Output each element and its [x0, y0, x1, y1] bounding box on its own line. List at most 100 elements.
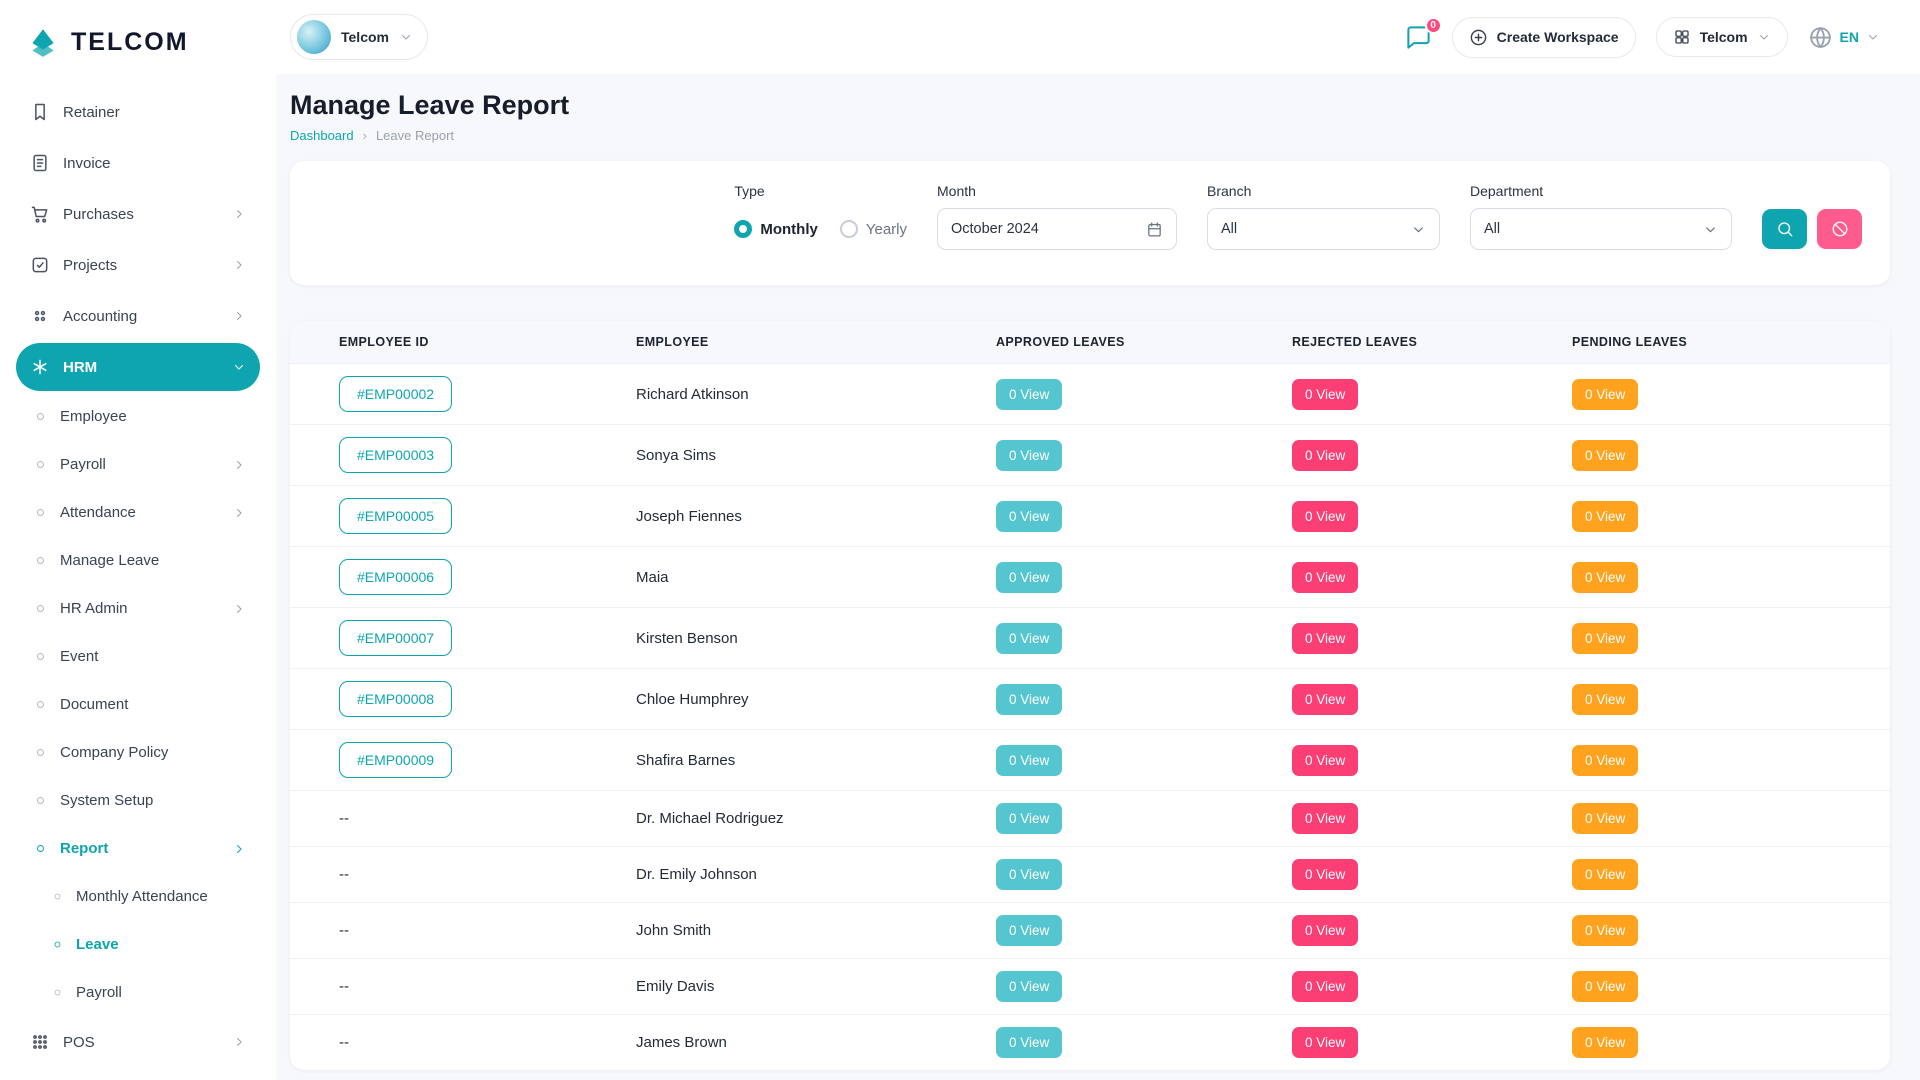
pending-leaves-view-button[interactable]: 0 View	[1572, 971, 1638, 1002]
sidebar-item-document[interactable]: Document	[16, 682, 260, 727]
workspace-selector[interactable]: Telcom	[290, 14, 428, 60]
chevron-right-icon	[232, 602, 246, 616]
pending-leaves-view-button[interactable]: 0 View	[1572, 440, 1638, 471]
pending-leaves-view-button[interactable]: 0 View	[1572, 859, 1638, 890]
rejected-leaves-view-button[interactable]: 0 View	[1292, 623, 1358, 654]
approved-leaves-view-button[interactable]: 0 View	[996, 623, 1062, 654]
leave-report-table-card: EMPLOYEE IDEMPLOYEEAPPROVED LEAVESREJECT…	[290, 321, 1890, 1070]
employee-name: Sonya Sims	[636, 447, 716, 464]
search-button[interactable]	[1762, 209, 1807, 249]
sidebar-item-system-setup[interactable]: System Setup	[16, 778, 260, 823]
employee-id-button[interactable]: #EMP00006	[339, 559, 452, 595]
sidebar-item-hr-admin[interactable]: HR Admin	[16, 586, 260, 631]
messages-button[interactable]: 0	[1405, 24, 1432, 51]
table-row: --James Brown0 View0 View0 View	[290, 1015, 1890, 1071]
sidebar-item-label: Report	[60, 840, 108, 857]
rejected-leaves-view-button[interactable]: 0 View	[1292, 859, 1358, 890]
sidebar-item-invoice[interactable]: Invoice	[16, 139, 260, 187]
brand-logo[interactable]: TELCOM	[0, 0, 276, 84]
month-label: Month	[937, 183, 1177, 199]
rejected-leaves-view-button[interactable]: 0 View	[1292, 501, 1358, 532]
radio-yearly[interactable]: Yearly	[840, 220, 907, 238]
pending-leaves-view-button[interactable]: 0 View	[1572, 684, 1638, 715]
sidebar-item-manage-leave[interactable]: Manage Leave	[16, 538, 260, 583]
create-workspace-button[interactable]: Create Workspace	[1452, 17, 1636, 58]
language-selector[interactable]: EN	[1808, 25, 1880, 50]
sidebar-item-retainer[interactable]: Retainer	[16, 88, 260, 136]
sidebar-item-hrm[interactable]: HRM	[16, 343, 260, 391]
branch-label: Branch	[1207, 183, 1440, 199]
pending-leaves-view-button[interactable]: 0 View	[1572, 915, 1638, 946]
employee-id-button[interactable]: #EMP00005	[339, 498, 452, 534]
sidebar-item-projects[interactable]: Projects	[16, 241, 260, 289]
sidebar-item-monthly-attendance[interactable]: Monthly Attendance	[16, 874, 260, 919]
sidebar-item-purchases[interactable]: Purchases	[16, 190, 260, 238]
employee-id-button[interactable]: #EMP00008	[339, 681, 452, 717]
employee-id-button[interactable]: #EMP00002	[339, 376, 452, 412]
rejected-leaves-view-button[interactable]: 0 View	[1292, 562, 1358, 593]
sidebar-item-label: HRM	[63, 359, 97, 376]
sidebar-item-attendance[interactable]: Attendance	[16, 490, 260, 535]
chevron-right-icon	[232, 842, 246, 856]
workspace-switcher[interactable]: Telcom	[1656, 17, 1788, 57]
rejected-leaves-view-button[interactable]: 0 View	[1292, 1027, 1358, 1058]
ring-icon	[34, 554, 47, 567]
column-header-employee: EMPLOYEE	[618, 321, 978, 364]
breadcrumb-dashboard-link[interactable]: Dashboard	[290, 128, 354, 143]
sidebar-item-employee[interactable]: Employee	[16, 394, 260, 439]
rejected-leaves-view-button[interactable]: 0 View	[1292, 915, 1358, 946]
pending-leaves-view-button[interactable]: 0 View	[1572, 745, 1638, 776]
approved-leaves-view-button[interactable]: 0 View	[996, 684, 1062, 715]
rejected-leaves-view-button[interactable]: 0 View	[1292, 971, 1358, 1002]
reset-filter-button[interactable]	[1817, 209, 1862, 249]
branch-filter-group: Branch All	[1207, 183, 1440, 263]
approved-leaves-view-button[interactable]: 0 View	[996, 803, 1062, 834]
month-input[interactable]: October 2024	[937, 208, 1177, 250]
department-select[interactable]: All	[1470, 208, 1732, 250]
sidebar-item-accounting[interactable]: Accounting	[16, 292, 260, 340]
ring-icon	[34, 506, 47, 519]
approved-leaves-view-button[interactable]: 0 View	[996, 562, 1062, 593]
workspace-switcher-label: Telcom	[1700, 29, 1748, 45]
rejected-leaves-view-button[interactable]: 0 View	[1292, 684, 1358, 715]
radio-monthly[interactable]: Monthly	[734, 220, 818, 238]
approved-leaves-view-button[interactable]: 0 View	[996, 379, 1062, 410]
branch-select[interactable]: All	[1207, 208, 1440, 250]
sidebar-item-event[interactable]: Event	[16, 634, 260, 679]
employee-name: Shafira Barnes	[636, 752, 735, 769]
branch-value: All	[1221, 221, 1237, 237]
pending-leaves-view-button[interactable]: 0 View	[1572, 623, 1638, 654]
sidebar-item-report[interactable]: Report	[16, 826, 260, 871]
pending-leaves-view-button[interactable]: 0 View	[1572, 803, 1638, 834]
rejected-leaves-view-button[interactable]: 0 View	[1292, 379, 1358, 410]
pending-leaves-view-button[interactable]: 0 View	[1572, 1027, 1638, 1058]
approved-leaves-view-button[interactable]: 0 View	[996, 1027, 1062, 1058]
sidebar-item-pos[interactable]: POS	[16, 1018, 260, 1066]
rejected-leaves-view-button[interactable]: 0 View	[1292, 803, 1358, 834]
approved-leaves-view-button[interactable]: 0 View	[996, 859, 1062, 890]
pending-leaves-view-button[interactable]: 0 View	[1572, 379, 1638, 410]
ring-icon	[34, 698, 47, 711]
chevron-down-icon	[1757, 30, 1771, 44]
sidebar-item-company-policy[interactable]: Company Policy	[16, 730, 260, 775]
approved-leaves-view-button[interactable]: 0 View	[996, 745, 1062, 776]
approved-leaves-view-button[interactable]: 0 View	[996, 440, 1062, 471]
sidebar-item-leave[interactable]: Leave	[16, 922, 260, 967]
rejected-leaves-view-button[interactable]: 0 View	[1292, 440, 1358, 471]
employee-name: Emily Davis	[636, 978, 714, 995]
clipboard-check-icon	[30, 255, 50, 275]
sidebar-item-payroll[interactable]: Payroll	[16, 970, 260, 1015]
pending-leaves-view-button[interactable]: 0 View	[1572, 501, 1638, 532]
pending-leaves-view-button[interactable]: 0 View	[1572, 562, 1638, 593]
approved-leaves-view-button[interactable]: 0 View	[996, 501, 1062, 532]
approved-leaves-view-button[interactable]: 0 View	[996, 971, 1062, 1002]
sidebar-item-payroll[interactable]: Payroll	[16, 442, 260, 487]
employee-id-button[interactable]: #EMP00003	[339, 437, 452, 473]
employee-id-button[interactable]: #EMP00009	[339, 742, 452, 778]
employee-id-button[interactable]: #EMP00007	[339, 620, 452, 656]
approved-leaves-view-button[interactable]: 0 View	[996, 915, 1062, 946]
employee-name: Dr. Emily Johnson	[636, 866, 757, 883]
rejected-leaves-view-button[interactable]: 0 View	[1292, 745, 1358, 776]
create-workspace-label: Create Workspace	[1497, 29, 1619, 45]
ring-icon	[34, 410, 47, 423]
